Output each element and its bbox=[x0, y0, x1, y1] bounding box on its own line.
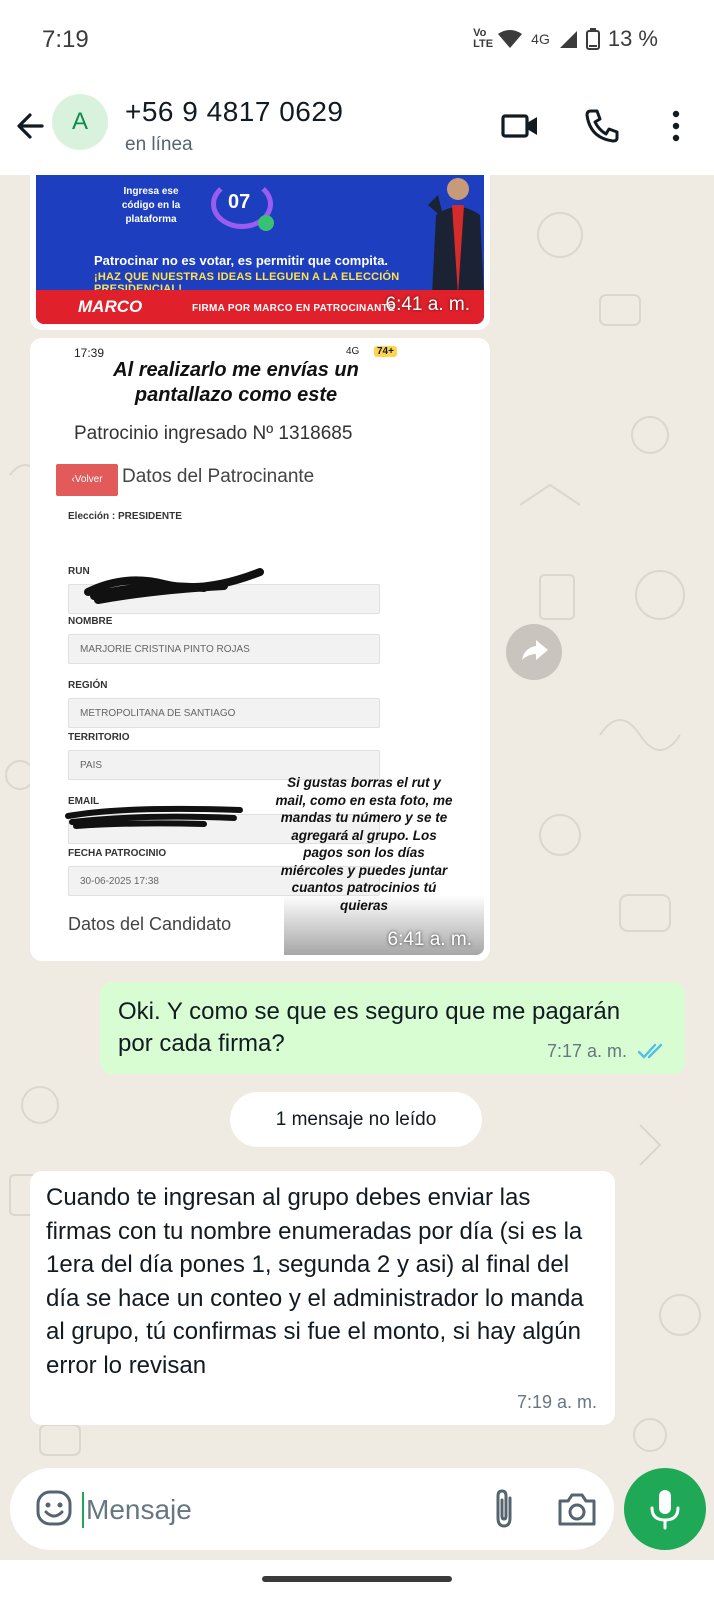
screenshot-territorio-value: PAIS bbox=[80, 760, 103, 771]
chat-header: A +56 9 4817 0629 en línea bbox=[0, 80, 714, 175]
message-time: 6:41 a. m. bbox=[387, 929, 473, 950]
poster-firma-text: FIRMA POR MARCO EN PATROCINANTE bbox=[192, 303, 395, 314]
status-bar: 7:19 Vo LTE 4G 13 % bbox=[0, 0, 714, 80]
phone-icon[interactable] bbox=[582, 106, 622, 146]
network-type: 4G bbox=[531, 31, 550, 47]
screenshot-datos-candidato: Datos del Candidato bbox=[68, 914, 232, 934]
wifi-signal-icon bbox=[498, 30, 523, 48]
forward-icon bbox=[522, 640, 548, 660]
redaction-scribble bbox=[65, 805, 243, 829]
emoji-icon[interactable] bbox=[34, 1488, 74, 1528]
image-message-screenshot[interactable]: 17:39 4G 74+ Al realizarlo me envías un … bbox=[30, 338, 490, 961]
mic-button[interactable] bbox=[624, 1468, 706, 1550]
read-ticks-icon bbox=[637, 1043, 663, 1059]
back-arrow-icon[interactable] bbox=[12, 108, 48, 144]
screenshot-caption: Si gustas borras el rut y mail, como en … bbox=[275, 775, 453, 913]
status-time: 7:19 bbox=[42, 26, 89, 53]
message-time: 7:17 a. m. bbox=[546, 1041, 627, 1061]
battery-level: 13 % bbox=[607, 26, 658, 51]
message-text: Cuando te ingresan al grupo debes enviar… bbox=[46, 1184, 584, 1379]
outgoing-message[interactable]: Oki. Y como se que es seguro que me paga… bbox=[100, 982, 685, 1074]
avatar[interactable]: A bbox=[52, 94, 108, 150]
screenshot-nombre-value: MARJORIE CRISTINA PINTO ROJAS bbox=[80, 644, 250, 655]
attach-icon[interactable] bbox=[486, 1488, 522, 1530]
screenshot-battery: 74+ bbox=[374, 346, 397, 357]
incoming-message[interactable]: Cuando te ingresan al grupo debes enviar… bbox=[30, 1171, 615, 1425]
more-options-icon[interactable] bbox=[656, 106, 696, 146]
screenshot-eleccion: Elección : PRESIDENTE bbox=[68, 511, 182, 522]
image-message-poster[interactable]: Ingresa ese código en la plataforma 07 P… bbox=[30, 175, 490, 330]
screenshot-signal: 4G bbox=[346, 346, 360, 357]
message-time: 7:19 a. m. bbox=[516, 1392, 597, 1412]
screenshot-fecha-value: 30-06-2025 17:38 bbox=[80, 876, 159, 887]
screenshot-fecha-label: FECHA PATROCINIO bbox=[68, 848, 167, 859]
poster-line1: Patrocinar no es votar, es permitir que … bbox=[94, 253, 389, 268]
screenshot-patrocinio: Patrocinio ingresado Nº 1318685 bbox=[74, 423, 353, 444]
battery-icon bbox=[585, 28, 600, 50]
poster-code-text: Ingresa ese código en la plataforma bbox=[121, 186, 181, 225]
cell-signal-icon bbox=[559, 31, 577, 48]
message-time: 6:41 a. m. bbox=[385, 294, 471, 315]
contact-name[interactable]: +56 9 4817 0629 bbox=[125, 96, 343, 128]
status-icons: Vo LTE 4G 13 % bbox=[473, 26, 658, 52]
chat-area[interactable]: Ingresa ese código en la plataforma 07 P… bbox=[0, 175, 714, 1465]
poster-person-figure bbox=[428, 178, 484, 295]
system-nav-bar bbox=[0, 1560, 714, 1599]
home-gesture-bar[interactable] bbox=[262, 1576, 452, 1582]
volte-indicator: Vo LTE bbox=[473, 27, 494, 50]
forward-button[interactable] bbox=[506, 624, 562, 680]
message-composer bbox=[10, 1468, 614, 1550]
check-icon bbox=[258, 215, 274, 231]
poster-logo: MARCO bbox=[78, 297, 143, 316]
unread-divider: 1 mensaje no leído bbox=[230, 1092, 482, 1147]
screenshot-nombre-label: NOMBRE bbox=[68, 616, 113, 627]
message-input[interactable] bbox=[86, 1490, 466, 1530]
screenshot-territorio-label: TERRITORIO bbox=[68, 732, 130, 743]
screenshot-region-label: REGIÓN bbox=[68, 680, 108, 691]
mic-icon bbox=[650, 1490, 680, 1530]
redaction-scribble bbox=[84, 568, 264, 604]
screenshot-image: 17:39 4G 74+ Al realizarlo me envías un … bbox=[36, 344, 484, 955]
screenshot-title: Al realizarlo me envías un pantallazo co… bbox=[113, 359, 359, 406]
screenshot-volver-button: ‹Volver bbox=[56, 464, 118, 496]
screenshot-region-value: METROPOLITANA DE SANTIAGO bbox=[80, 708, 236, 719]
video-call-icon[interactable] bbox=[500, 106, 540, 146]
text-caret bbox=[82, 1492, 84, 1528]
screenshot-datos-patrocinante: Datos del Patrocinante bbox=[122, 466, 315, 487]
poster-code-number: 07 bbox=[228, 191, 251, 213]
poster-image: Ingresa ese código en la plataforma 07 P… bbox=[36, 175, 484, 324]
camera-icon[interactable] bbox=[556, 1489, 598, 1529]
contact-status: en línea bbox=[125, 134, 193, 155]
